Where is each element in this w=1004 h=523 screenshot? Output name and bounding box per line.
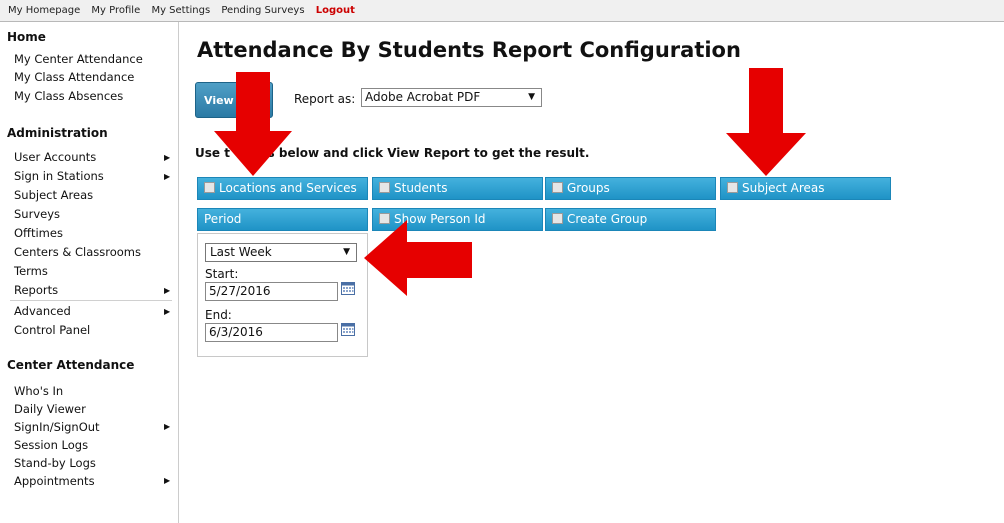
annotation-arrow-down-icon [726,68,806,176]
annotation-arrow-left-icon [364,220,472,296]
annotation-arrow-down-icon [214,72,292,176]
annotation-arrows [214,68,806,296]
